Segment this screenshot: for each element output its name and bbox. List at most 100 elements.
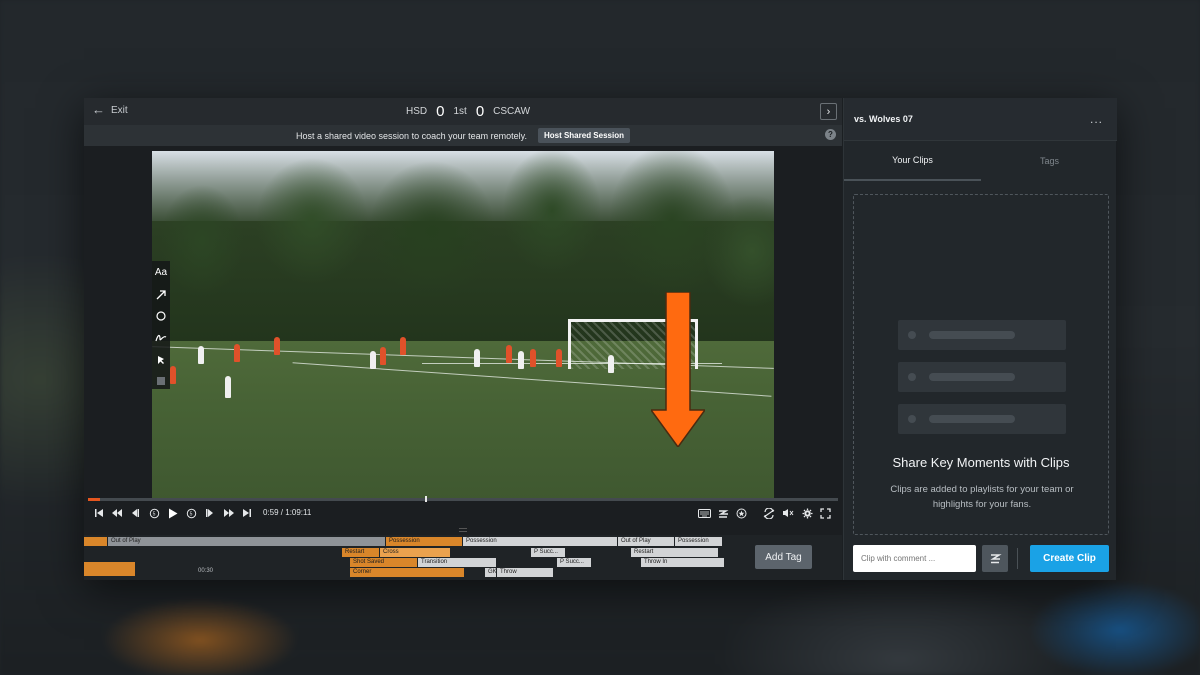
loop-icon[interactable]: [762, 505, 776, 521]
orange-annotation-arrow-icon: [651, 292, 705, 447]
player-figure: [274, 337, 280, 355]
tab-your-clips[interactable]: Your Clips: [844, 141, 981, 181]
player-figure: [380, 347, 386, 365]
player-figure: [474, 349, 480, 367]
freehand-tool-icon[interactable]: [153, 330, 169, 346]
away-team: CSCAW: [493, 106, 531, 117]
timeline-segment[interactable]: Cross: [380, 548, 450, 557]
tab-tags[interactable]: Tags: [981, 141, 1118, 181]
timeline-segment[interactable]: [84, 537, 107, 546]
player-figure: [530, 349, 536, 367]
replay-5-icon[interactable]: 5: [147, 505, 161, 521]
player-figure: [506, 345, 512, 363]
away-score: 0: [475, 103, 485, 120]
clips-empty-state: Share Key Moments with Clips Clips are a…: [853, 194, 1109, 535]
sidebar-tabs: Your Clips Tags: [844, 141, 1117, 181]
play-icon[interactable]: [166, 505, 180, 521]
arrow-tool-icon[interactable]: [153, 287, 169, 303]
home-team: HSD: [406, 106, 428, 117]
timeline-segment[interactable]: [84, 562, 135, 576]
timeline-segment[interactable]: Possession: [675, 537, 722, 546]
banner-text: Host a shared video session to coach you…: [296, 130, 527, 141]
timeline-segment[interactable]: Throw: [497, 568, 553, 577]
placeholder-clip-row: [898, 404, 1066, 434]
divider: [1017, 548, 1018, 569]
timeline-segment[interactable]: Out of Play: [108, 537, 385, 546]
time-display: 0:59 / 1:09:11: [263, 508, 312, 517]
game-title: vs. Wolves 07: [854, 114, 913, 124]
timeline-segment[interactable]: Transition: [418, 558, 496, 567]
clip-comment-input[interactable]: [853, 545, 976, 572]
more-options-icon[interactable]: ...: [1090, 112, 1103, 126]
skip-to-end-icon[interactable]: [240, 505, 254, 521]
settings-gear-icon[interactable]: [800, 505, 814, 521]
video-review-modal: ← Exit HSD 0 1st 0 CSCAW › Host a shared…: [84, 98, 1117, 580]
fast-forward-icon[interactable]: [221, 505, 237, 521]
player-figure: [556, 349, 562, 367]
text-tool-label: Aa: [154, 267, 168, 279]
collapse-sidebar-button[interactable]: ›: [820, 103, 837, 120]
timeline-segment[interactable]: P Succ...: [557, 558, 591, 567]
timeline-segment[interactable]: GK: [485, 568, 496, 577]
placeholder-clip-row: [898, 362, 1066, 392]
step-back-icon[interactable]: [128, 505, 142, 521]
scoreboard: HSD 0 1st 0 CSCAW: [406, 103, 530, 120]
playback-controls: 5 5 0:59 / 1:09:11: [84, 502, 842, 524]
rewind-icon[interactable]: [109, 505, 125, 521]
timeline-segment[interactable]: Out of Play: [618, 537, 674, 546]
fullscreen-icon[interactable]: [818, 505, 832, 521]
help-icon[interactable]: ?: [825, 129, 836, 140]
player-figure: [400, 337, 406, 355]
skip-to-start-icon[interactable]: [92, 505, 106, 521]
timeline-segment[interactable]: Shot Saved: [350, 558, 417, 567]
timeline-segment[interactable]: Corner: [350, 568, 464, 577]
placeholder-clip-row: [898, 320, 1066, 350]
player-figure: [518, 351, 524, 369]
circle-tool-icon[interactable]: [153, 308, 169, 324]
empty-state-title: Share Key Moments with Clips: [892, 455, 1070, 470]
keyboard-icon[interactable]: [696, 505, 712, 521]
timeline-segment[interactable]: Possession: [463, 537, 617, 546]
drawing-toolbar: Aa: [152, 261, 170, 389]
back-arrow-icon: ←: [92, 102, 105, 117]
tag-timeline[interactable]: Out of Play Possession Possession Out of…: [84, 535, 842, 580]
empty-state-description: Clips are added to playlists for your te…: [890, 484, 1074, 510]
chevron-right-icon: ›: [826, 105, 831, 118]
timeline-segment[interactable]: Restart: [342, 548, 379, 557]
tag-clip-button[interactable]: [982, 545, 1008, 572]
clips-sidebar: vs. Wolves 07 ... Your Clips Tags Share …: [843, 98, 1117, 580]
add-tag-button[interactable]: Add Tag: [755, 545, 812, 569]
create-clip-button[interactable]: Create Clip: [1030, 545, 1109, 572]
timeline-resize-handle[interactable]: [459, 528, 467, 532]
home-score: 0: [436, 103, 445, 120]
shared-session-banner: Host a shared video session to coach you…: [84, 125, 842, 146]
host-shared-session-button[interactable]: Host Shared Session: [537, 128, 630, 143]
mute-icon[interactable]: [781, 505, 795, 521]
exit-button[interactable]: ← Exit: [92, 102, 128, 117]
text-tool[interactable]: Aa: [153, 265, 169, 281]
player-figure: [234, 344, 240, 362]
period: 1st: [453, 106, 467, 117]
timeline-segment[interactable]: Possession: [386, 537, 462, 546]
tag-logo-icon: [989, 554, 1002, 564]
timeline-segment[interactable]: P Succ...: [531, 548, 565, 557]
step-forward-icon[interactable]: [203, 505, 217, 521]
progress-fill: [88, 498, 100, 501]
player-figure: [370, 351, 376, 369]
top-bar: ← Exit HSD 0 1st 0 CSCAW ›: [84, 98, 842, 125]
forward-5-icon[interactable]: 5: [184, 505, 198, 521]
timeline-segment[interactable]: Restart: [631, 548, 718, 557]
pointer-tool-icon[interactable]: [153, 352, 169, 368]
svg-text:5: 5: [189, 511, 192, 517]
color-swatch-icon[interactable]: [153, 373, 169, 389]
tag-logo-icon[interactable]: [716, 505, 730, 521]
svg-text:5: 5: [152, 511, 155, 517]
player-panel: ← Exit HSD 0 1st 0 CSCAW › Host a shared…: [84, 98, 842, 580]
player-figure: [170, 366, 176, 384]
player-figure: [225, 376, 231, 398]
clip-star-icon[interactable]: [734, 505, 748, 521]
playback-progress-bar[interactable]: [88, 498, 838, 501]
player-figure: [198, 346, 204, 364]
exit-label: Exit: [111, 104, 128, 116]
timeline-segment[interactable]: Throw In: [641, 558, 724, 567]
